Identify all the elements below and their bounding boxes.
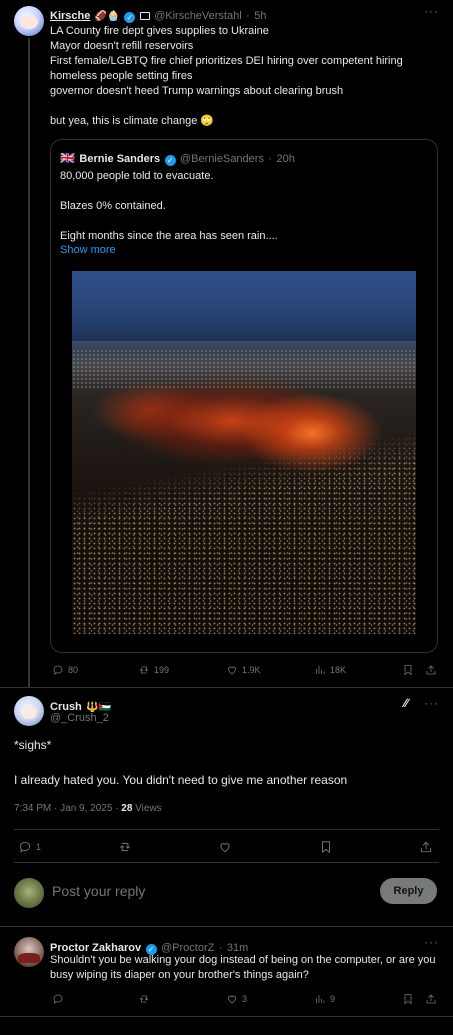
heart-icon (228, 995, 236, 1004)
views-number: 28 (121, 803, 133, 814)
author-name[interactable]: Kirsche (50, 10, 90, 22)
divider (14, 862, 439, 863)
quoted-author-handle: @BernieSanders (180, 153, 264, 165)
views-action[interactable]: 9 (314, 993, 335, 1005)
wildfire-aerial-image[interactable] (72, 271, 416, 634)
views-count: 9 (330, 994, 336, 1004)
repost-count: 199 (154, 665, 170, 675)
reply-icon (53, 665, 63, 675)
quoted-text-line2: Blazes 0% contained. (60, 200, 166, 212)
tweet-header: Kirsche 🏈🧁 ✓ @KirscheVerstahl · 5h (50, 6, 420, 24)
reply-count: 1 (36, 842, 42, 852)
tweet-time[interactable]: 5h (254, 10, 266, 22)
quoted-author-name: Bernie Sanders (79, 153, 161, 165)
more-icon[interactable]: ··· (424, 696, 439, 710)
avatar-proctor[interactable] (14, 937, 44, 967)
share-action[interactable] (425, 993, 437, 1005)
reply-action[interactable] (52, 993, 64, 1005)
reply-action[interactable]: 1 (18, 840, 41, 854)
focused-timestamp: 7:34 PM · Jan 9, 2025 · 28 Views (14, 803, 162, 814)
like-action[interactable] (218, 840, 232, 854)
flag-avatar: 🇬🇧 (60, 151, 75, 165)
views-action[interactable]: 18K (314, 664, 346, 676)
reply-icon (19, 841, 31, 853)
timestamp-text[interactable]: 7:34 PM · Jan 9, 2025 · (14, 803, 121, 814)
share-action[interactable] (425, 664, 437, 676)
reply-count: 80 (68, 665, 79, 675)
verified-badge-icon: ✓ (164, 155, 176, 166)
like-action[interactable]: 3 (226, 993, 247, 1005)
affiliate-badge-icon (139, 12, 150, 20)
verified-badge-icon: ✓ (124, 12, 136, 23)
more-icon[interactable]: ··· (424, 4, 439, 18)
heart-icon (220, 843, 230, 853)
author-name-emojis: 🏈🧁 (94, 11, 120, 22)
reply-button[interactable]: Reply (380, 878, 437, 904)
share-icon (426, 665, 436, 675)
avatar-crush[interactable] (14, 696, 44, 726)
reply-action[interactable]: 80 (52, 664, 78, 676)
tweet-text: LA County fire dept gives supplies to Uk… (50, 25, 403, 127)
like-count: 3 (242, 994, 248, 1004)
views-count: 18K (330, 665, 347, 675)
divider (0, 687, 453, 688)
quoted-tweet-time: 20h (276, 153, 295, 165)
bookmark-icon (404, 994, 412, 1005)
repost-icon (139, 995, 149, 1003)
separator-dot: · (268, 153, 273, 165)
repost-action[interactable] (118, 840, 132, 854)
separator-dot: · (246, 10, 250, 22)
reply-icon (53, 994, 63, 1004)
share-icon (420, 841, 432, 853)
share-action[interactable] (419, 840, 433, 854)
divider (14, 829, 439, 830)
repost-action[interactable]: 199 (138, 664, 169, 676)
repost-icon (120, 843, 130, 851)
author-handle[interactable]: @_Crush_2 (50, 712, 109, 724)
views-label: Views (132, 803, 162, 814)
quoted-text-line1: 80,000 people told to evacuate. (60, 170, 214, 182)
grok-icon[interactable]: ⁄∕ (404, 696, 408, 710)
share-icon (426, 994, 436, 1004)
quoted-text-line3: Eight months since the area has seen rai… (60, 230, 278, 242)
divider (0, 926, 453, 927)
bookmark-action[interactable] (319, 840, 333, 854)
reply-input[interactable]: Post your reply (52, 883, 145, 899)
repost-icon (139, 666, 149, 674)
quoted-tweet-header: 🇬🇧 Bernie Sanders ✓ @BernieSanders · 20h (60, 149, 295, 167)
avatar-kirsche[interactable] (14, 6, 44, 36)
city-lights (72, 271, 416, 634)
like-count: 1.9K (242, 665, 261, 675)
focused-text-line1: *sighs* (14, 738, 52, 752)
author-handle[interactable]: @KirscheVerstahl (154, 10, 242, 22)
avatar-current-user (14, 878, 44, 908)
bookmark-action[interactable] (402, 664, 414, 676)
bookmark-icon (322, 841, 330, 854)
reply-text: Shouldn't you be walking your dog instea… (50, 954, 436, 981)
more-icon[interactable]: ··· (424, 935, 439, 949)
focused-text-line2: I already hated you. You didn't need to … (14, 773, 348, 787)
repost-action[interactable] (138, 993, 150, 1005)
views-icon (316, 995, 325, 1003)
bookmark-action[interactable] (402, 993, 414, 1005)
show-more-link[interactable]: Show more (60, 244, 116, 256)
like-action[interactable]: 1.9K (226, 664, 261, 676)
heart-icon (228, 666, 236, 675)
thread-line (28, 38, 30, 688)
divider (0, 1016, 453, 1017)
bookmark-icon (404, 665, 412, 676)
views-icon (316, 666, 325, 674)
